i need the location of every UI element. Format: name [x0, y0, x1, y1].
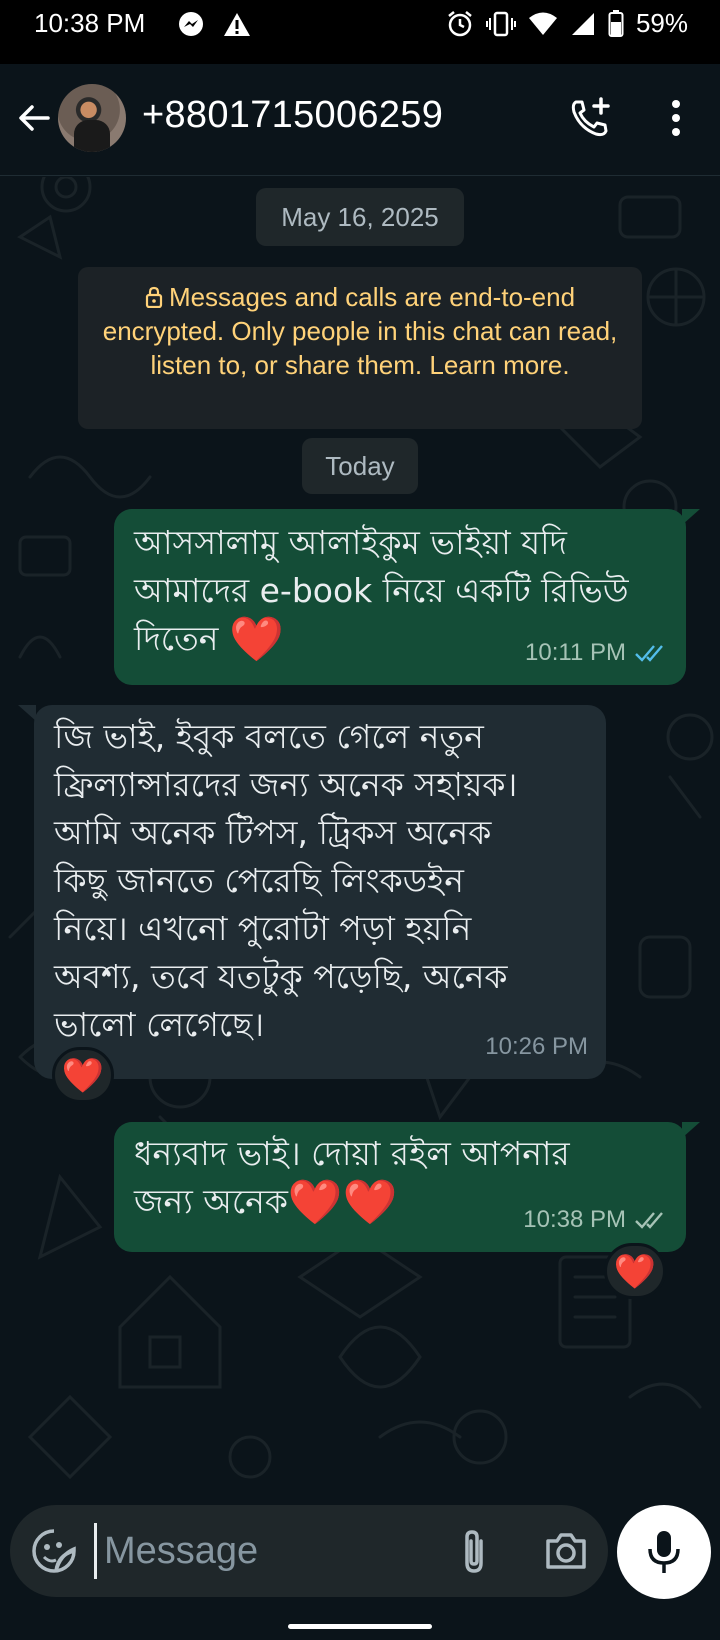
signal-icon: [571, 12, 594, 35]
message-outgoing[interactable]: ধন্যবাদ ভাই। দোয়া রইল আপনার জন্য অনেক❤️…: [114, 1122, 686, 1252]
paperclip-icon[interactable]: [454, 1527, 494, 1577]
date-divider: May 16, 2025: [256, 188, 464, 246]
alarm-icon: [448, 10, 472, 36]
wifi-icon: [528, 12, 557, 35]
message-meta: 10:38 PM: [523, 1196, 668, 1244]
heart-emoji: ❤️❤️: [287, 1177, 398, 1228]
message-line: নিয়ে। এখনো পুরোটা পড়া হয়নি: [54, 909, 472, 948]
message-line: ধন্যবাদ ভাই। দোয়া রইল আপনার: [134, 1134, 570, 1173]
message-incoming[interactable]: জি ভাই, ইবুক বলতে গেলে নতুন ফ্রিল্যান্সা…: [34, 705, 606, 1079]
gesture-nav-bar[interactable]: [288, 1624, 432, 1629]
avatar[interactable]: [58, 84, 126, 152]
add-call-icon[interactable]: [568, 96, 612, 140]
message-time: 10:26 PM: [485, 1033, 588, 1060]
chat-header: +8801715006259: [0, 64, 720, 176]
voice-record-button[interactable]: [617, 1505, 711, 1599]
reaction-heart[interactable]: ❤️: [604, 1243, 666, 1299]
today-divider: Today: [302, 438, 418, 494]
camera-icon[interactable]: [544, 1531, 588, 1571]
vibrate-icon: [485, 11, 516, 36]
message-input[interactable]: [104, 1521, 424, 1581]
heart-emoji: ❤️: [229, 614, 284, 665]
sticker-icon[interactable]: [30, 1527, 78, 1575]
read-ticks-icon: [635, 645, 663, 662]
microphone-icon: [648, 1531, 680, 1573]
message-time: 10:11 PM: [525, 639, 626, 666]
message-meta: 10:11 PM: [525, 629, 668, 677]
message-meta: 10:26 PM: [485, 1023, 588, 1071]
reaction-heart[interactable]: ❤️: [52, 1047, 114, 1103]
message-line: আমাদের e-book নিয়ে একটি রিভিউ: [134, 571, 629, 610]
message-line: আসসালামু আলাইকুম ভাইয়া যদি: [134, 523, 567, 562]
message-line: আমি অনেক টিপস, ট্রিকস অনেক: [54, 813, 492, 852]
warning-icon: [224, 13, 250, 36]
chat-area[interactable]: May 16, 2025 Messages and calls are end-…: [0, 177, 720, 1505]
encryption-notice[interactable]: Messages and calls are end-to-end encryp…: [78, 267, 642, 429]
message-line: কিছু জানতে পেরেছি লিংকডইন: [54, 861, 464, 900]
message-time: 10:38 PM: [523, 1206, 626, 1233]
message-composer: [10, 1505, 608, 1597]
more-vert-icon[interactable]: [662, 98, 690, 138]
message-line: অবশ্য, তবে যতটুকু পড়েছি, অনেক: [54, 957, 508, 996]
battery-icon: [608, 9, 624, 37]
message-line: ফ্রিল্যান্সারদের জন্য অনেক সহায়ক।: [54, 765, 518, 804]
back-arrow-icon[interactable]: [14, 98, 54, 138]
bubble-tail: [18, 705, 36, 721]
message-outgoing[interactable]: আসসালামু আলাইকুম ভাইয়া যদি আমাদের e-boo…: [114, 509, 686, 685]
status-right-icons: 59%: [446, 8, 688, 39]
contact-name[interactable]: +8801715006259: [142, 94, 443, 137]
message-line: জি ভাই, ইবুক বলতে গেলে নতুন: [54, 717, 484, 756]
messenger-icon: [179, 12, 203, 36]
battery-percent: 59%: [635, 8, 688, 38]
lock-icon: [145, 286, 163, 308]
text-cursor: [94, 1523, 97, 1579]
status-left-icons: [176, 10, 252, 40]
delivered-ticks-icon: [635, 1212, 663, 1229]
status-bar: 10:38 PM 59%: [0, 0, 720, 64]
encryption-notice-text: Messages and calls are end-to-end encryp…: [102, 282, 618, 380]
status-time: 10:38 PM: [34, 8, 146, 38]
